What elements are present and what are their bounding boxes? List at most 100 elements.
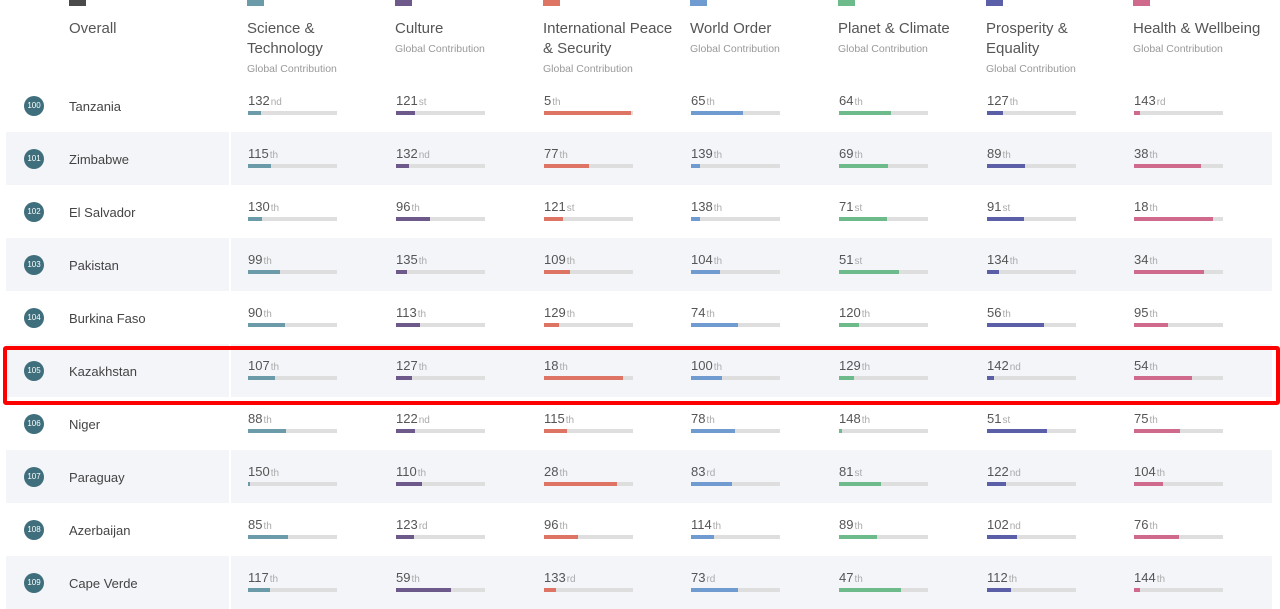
country-name[interactable]: Tanzania xyxy=(69,99,121,114)
rank-suffix: th xyxy=(854,150,863,161)
rank-number: 83 xyxy=(691,464,706,479)
score-bar-track xyxy=(691,535,780,539)
table-row[interactable]: 107 Paraguay 150th 110th 28th 83rd 81st 122nd 10… xyxy=(0,450,1280,503)
score-bar-track xyxy=(691,588,780,592)
score-value: 56th xyxy=(987,306,1011,322)
rank-suffix: st xyxy=(854,468,863,479)
score-bar-track xyxy=(396,429,485,433)
rank-suffix: th xyxy=(1149,203,1158,214)
table-row[interactable]: 105 Kazakhstan 107th 127th 18th 100th 129th 142… xyxy=(0,344,1280,397)
score-value: 133rd xyxy=(544,571,576,587)
score-bar-fill xyxy=(691,482,732,486)
table-row[interactable]: 106 Niger 88th 122nd 115th 78th 148th 51st 75th xyxy=(0,397,1280,450)
rank-number: 69 xyxy=(839,146,854,161)
score-bar-track xyxy=(248,535,337,539)
rank-number: 132 xyxy=(396,146,418,161)
country-name[interactable]: Cape Verde xyxy=(69,576,138,591)
score-bar-fill xyxy=(248,270,280,274)
rank-number: 133 xyxy=(544,570,566,585)
table-row[interactable]: 108 Azerbaijan 85th 123rd 96th 114th 89th 102nd… xyxy=(0,503,1280,556)
rank-number: 96 xyxy=(544,517,559,532)
country-name[interactable]: Burkina Faso xyxy=(69,311,146,326)
row-background xyxy=(6,132,1272,185)
science-title-line: Technology xyxy=(247,39,323,57)
rank-number: 89 xyxy=(987,146,1002,161)
score-bar-fill xyxy=(1134,323,1168,327)
country-name[interactable]: Niger xyxy=(69,417,100,432)
rank-badge: 109 xyxy=(24,573,44,593)
health-title: Health & Wellbeing xyxy=(1133,19,1260,39)
country-name[interactable]: Kazakhstan xyxy=(69,364,137,379)
score-bar-fill xyxy=(691,588,738,592)
table-header: Overall Science & Technology Global Contri… xyxy=(0,0,1280,88)
score-bar-track xyxy=(248,429,337,433)
rank-suffix: th xyxy=(1156,468,1166,479)
score-bar-track xyxy=(248,376,337,380)
score-bar-track xyxy=(691,111,780,115)
column-header-overall[interactable]: Overall xyxy=(69,0,219,80)
score-value: 139th xyxy=(691,147,722,163)
row-divider xyxy=(229,450,231,503)
score-value: 18th xyxy=(544,359,568,375)
score-cell-peace: 18th xyxy=(544,359,633,380)
rank-number: 59 xyxy=(396,570,411,585)
rank-number: 100 xyxy=(691,358,713,373)
score-cell-culture: 113th xyxy=(396,306,485,327)
table-row[interactable]: 103 Pakistan 99th 135th 109th 104th 51st 134th 3… xyxy=(0,238,1280,291)
score-bar-fill xyxy=(987,588,1011,592)
table-row[interactable]: 109 Cape Verde 117th 59th 133rd 73rd 47th 112th… xyxy=(0,556,1280,609)
score-value: 71st xyxy=(839,200,862,216)
rank-suffix: th xyxy=(566,309,576,320)
table-row[interactable]: 100 Tanzania 132nd 121st 5th 65th 64th 127th 143… xyxy=(0,79,1280,132)
rank-suffix: nd xyxy=(1009,521,1021,532)
column-header-world[interactable]: World Order Global Contribution xyxy=(690,0,830,80)
table-row[interactable]: 101 Zimbabwe 115th 132nd 77th 139th 69th 89th 38… xyxy=(0,132,1280,185)
score-value: 132nd xyxy=(248,94,282,110)
world-subtitle: Global Contribution xyxy=(690,43,780,55)
rank-suffix: th xyxy=(559,521,568,532)
score-bar-fill xyxy=(1134,482,1163,486)
score-cell-world: 139th xyxy=(691,147,780,168)
rank-number: 18 xyxy=(1134,199,1149,214)
score-bar-track xyxy=(544,164,633,168)
table-row[interactable]: 102 El Salvador 130th 96th 121st 138th 71st 91s… xyxy=(0,185,1280,238)
score-value: 120th xyxy=(839,306,870,322)
score-bar-fill xyxy=(544,164,589,168)
country-name[interactable]: Azerbaijan xyxy=(69,523,130,538)
column-header-health[interactable]: Health & Wellbeing Global Contribution xyxy=(1133,0,1273,80)
rank-number: 109 xyxy=(544,252,566,267)
column-header-planet[interactable]: Planet & Climate Global Contribution xyxy=(838,0,978,80)
score-bar-fill xyxy=(544,323,559,327)
country-name[interactable]: Paraguay xyxy=(69,470,125,485)
rank-number: 123 xyxy=(396,517,418,532)
country-name[interactable]: El Salvador xyxy=(69,205,135,220)
rank-suffix: th xyxy=(269,574,279,585)
rank-badge: 101 xyxy=(24,149,44,169)
science-title-line: Science & xyxy=(247,20,315,37)
score-cell-health: 95th xyxy=(1134,306,1223,327)
column-header-culture[interactable]: Culture Global Contribution xyxy=(395,0,535,80)
country-name[interactable]: Pakistan xyxy=(69,258,119,273)
score-value: 102nd xyxy=(987,518,1021,534)
score-bar-track xyxy=(987,535,1076,539)
rank-number: 148 xyxy=(839,411,861,426)
score-value: 122nd xyxy=(987,465,1021,481)
score-value: 73rd xyxy=(691,571,715,587)
score-cell-health: 143rd xyxy=(1134,94,1223,115)
score-value: 69th xyxy=(839,147,863,163)
score-bar-track xyxy=(1134,429,1223,433)
score-bar-fill xyxy=(396,270,407,274)
rank-number: 112 xyxy=(987,570,1008,585)
score-cell-world: 138th xyxy=(691,200,780,221)
score-value: 134th xyxy=(987,253,1018,269)
column-header-peace[interactable]: International Peace & Security Global Cont… xyxy=(543,0,683,80)
country-name[interactable]: Zimbabwe xyxy=(69,152,129,167)
score-value: 123rd xyxy=(396,518,428,534)
score-bar-fill xyxy=(987,111,1003,115)
table-row[interactable]: 104 Burkina Faso 90th 113th 129th 74th 120th 56… xyxy=(0,291,1280,344)
column-header-prosperity[interactable]: Prosperity & Equality Global Contribution xyxy=(986,0,1126,80)
score-bar-fill xyxy=(839,111,891,115)
score-cell-planet: 89th xyxy=(839,518,928,539)
column-header-science[interactable]: Science & Technology Global Contribution xyxy=(247,0,387,80)
score-bar-track xyxy=(396,164,485,168)
